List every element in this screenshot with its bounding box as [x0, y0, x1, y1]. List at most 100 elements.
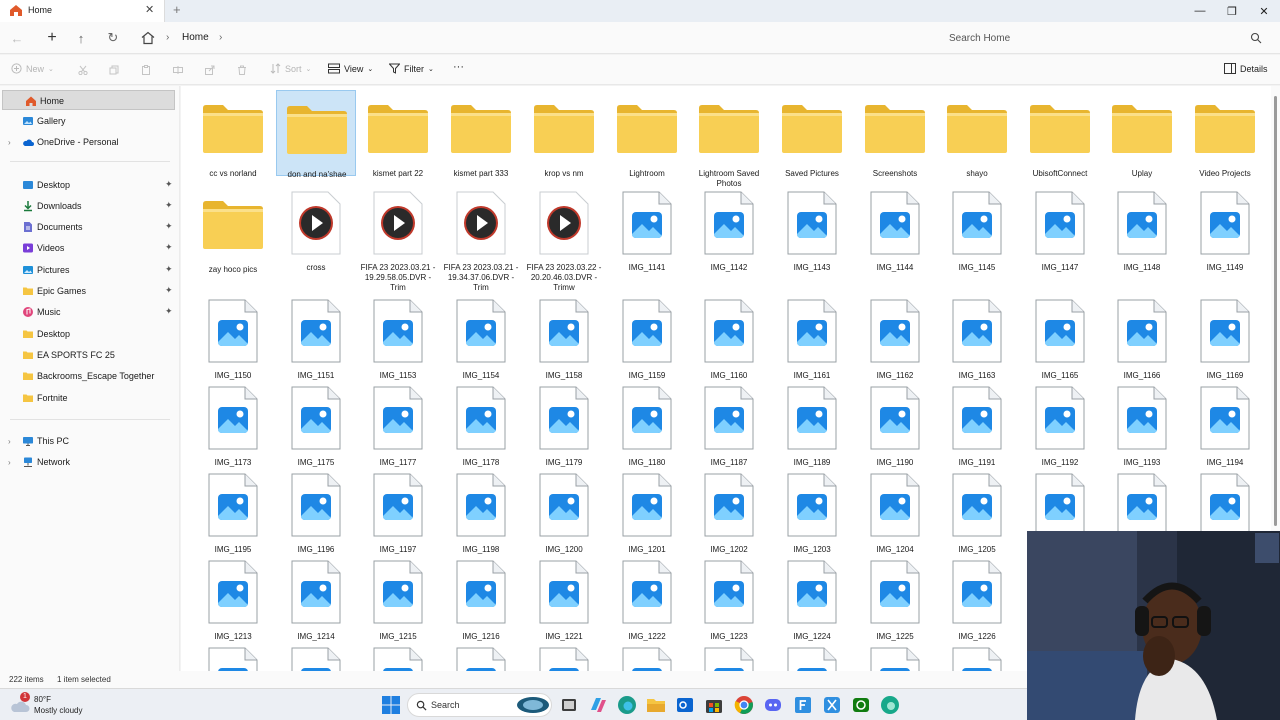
image-file-item[interactable]: IMG_1160 [689, 294, 769, 390]
sidebar-item-gallery[interactable]: Gallery [0, 111, 176, 131]
image-file-item[interactable]: IMG_1214 [276, 555, 356, 651]
image-file-item[interactable]: IMG_1205 [937, 468, 1017, 564]
image-file-item[interactable]: IMG_1178 [441, 381, 521, 477]
share-icon[interactable] [205, 65, 215, 75]
cut-icon[interactable] [78, 65, 88, 75]
image-file-item[interactable] [193, 642, 273, 671]
tab-close-button[interactable]: ✕ [145, 3, 154, 16]
image-file-item[interactable]: IMG_1173 [193, 381, 273, 477]
image-file-item[interactable]: IMG_1180 [607, 381, 687, 477]
new-button[interactable]: New ⌄ [11, 63, 54, 74]
sidebar-item-desktop-folder[interactable]: Desktop [0, 324, 176, 344]
chrome-icon[interactable] [733, 694, 755, 716]
weather-widget[interactable]: 1 80°F Mostly cloudy [8, 692, 108, 717]
image-file-item[interactable]: IMG_1215 [358, 555, 438, 651]
sidebar-item-pictures[interactable]: Pictures ✦ [0, 260, 176, 280]
image-file-item[interactable]: IMG_1163 [937, 294, 1017, 390]
video-file-item[interactable]: FIFA 23 2023.03.22 - 20.20.46.03.DVR - T… [524, 186, 604, 292]
app-f-icon[interactable] [792, 694, 814, 716]
xbox-app-icon[interactable] [850, 694, 872, 716]
image-file-item[interactable]: IMG_1144 [855, 186, 935, 282]
folder-item[interactable]: kismet part 333 [441, 90, 521, 178]
image-file-item[interactable] [358, 642, 438, 671]
image-file-item[interactable] [937, 642, 1017, 671]
task-view-icon[interactable] [558, 694, 580, 716]
sort-button[interactable]: Sort ⌄ [270, 63, 311, 74]
folder-item[interactable]: Lightroom [607, 90, 687, 178]
search-input[interactable] [940, 26, 1240, 50]
minimize-button[interactable]: — [1184, 0, 1216, 22]
image-file-item[interactable] [855, 642, 935, 671]
image-file-item[interactable]: IMG_1198 [441, 468, 521, 564]
forward-button[interactable]: + [43, 29, 61, 46]
image-file-item[interactable]: IMG_1142 [689, 186, 769, 282]
home-crumb-icon[interactable] [140, 30, 156, 46]
folder-item[interactable]: kismet part 22 [358, 90, 438, 178]
search-icon[interactable] [1250, 32, 1262, 44]
sidebar-item-downloads[interactable]: Downloads ✦ [0, 196, 176, 216]
image-file-item[interactable] [772, 642, 852, 671]
image-file-item[interactable]: IMG_1175 [276, 381, 356, 477]
image-file-item[interactable]: IMG_1143 [772, 186, 852, 282]
folder-item[interactable]: don and na'shae [276, 90, 356, 179]
image-file-item[interactable]: IMG_1193 [1102, 381, 1182, 477]
image-file-item[interactable]: IMG_1177 [358, 381, 438, 477]
sidebar-item-epic-games[interactable]: Epic Games ✦ [0, 281, 176, 301]
image-file-item[interactable]: IMG_1161 [772, 294, 852, 390]
image-file-item[interactable]: IMG_1192 [1020, 381, 1100, 477]
image-file-item[interactable]: IMG_1179 [524, 381, 604, 477]
image-file-item[interactable]: IMG_1196 [276, 468, 356, 564]
sidebar-item-this-pc[interactable]: › This PC [0, 431, 176, 451]
folder-item[interactable]: UbisoftConnect [1020, 90, 1100, 178]
sidebar-item-onedrive[interactable]: › OneDrive - Personal [0, 132, 176, 152]
tab-home[interactable]: Home ✕ [0, 0, 165, 22]
folder-item[interactable]: Video Projects [1185, 90, 1265, 178]
video-file-item[interactable]: FIFA 23 2023.03.21 - 19.29.58.05.DVR - T… [358, 186, 438, 292]
image-file-item[interactable]: IMG_1226 [937, 555, 1017, 651]
image-file-item[interactable]: IMG_1166 [1102, 294, 1182, 390]
image-file-item[interactable]: IMG_1153 [358, 294, 438, 390]
sidebar-item-documents[interactable]: Documents ✦ [0, 217, 176, 237]
image-file-item[interactable]: IMG_1147 [1020, 186, 1100, 282]
image-file-item[interactable]: IMG_1189 [772, 381, 852, 477]
close-window-button[interactable]: ✕ [1248, 0, 1280, 22]
image-file-item[interactable] [1020, 468, 1100, 538]
folder-item[interactable]: cc vs norland [193, 90, 273, 178]
sidebar-item-ea-sports[interactable]: EA SPORTS FC 25 [0, 345, 176, 365]
sidebar-item-fortnite[interactable]: Fortnite [0, 388, 176, 408]
folder-item[interactable]: zay hoco pics [193, 186, 273, 274]
copilot-icon[interactable] [587, 694, 609, 716]
discord-icon[interactable] [762, 694, 784, 716]
folder-item[interactable]: Screenshots [855, 90, 935, 178]
sidebar-item-network[interactable]: › Network [0, 452, 176, 472]
scrollbar-thumb[interactable] [1274, 96, 1277, 526]
image-file-item[interactable]: IMG_1191 [937, 381, 1017, 477]
image-file-item[interactable]: IMG_1197 [358, 468, 438, 564]
maximize-button[interactable]: ❐ [1216, 0, 1248, 22]
image-file-item[interactable] [276, 642, 356, 671]
image-file-item[interactable]: IMG_1223 [689, 555, 769, 651]
folder-item[interactable]: Saved Pictures [772, 90, 852, 178]
new-tab-button[interactable]: + [173, 2, 181, 17]
outlook-icon[interactable] [674, 694, 696, 716]
sidebar-item-music[interactable]: Music ✦ [0, 302, 176, 322]
image-file-item[interactable] [524, 642, 604, 671]
paste-icon[interactable] [141, 65, 151, 75]
copy-icon[interactable] [109, 65, 119, 75]
taskbar-search[interactable]: Search [407, 693, 552, 717]
image-file-item[interactable]: IMG_1202 [689, 468, 769, 564]
image-file-item[interactable]: IMG_1158 [524, 294, 604, 390]
store-icon[interactable] [703, 694, 725, 716]
image-file-item[interactable]: IMG_1203 [772, 468, 852, 564]
video-file-item[interactable]: cross [276, 186, 356, 282]
image-file-item[interactable]: IMG_1224 [772, 555, 852, 651]
filter-button[interactable]: Filter ⌄ [389, 63, 434, 74]
image-file-item[interactable]: IMG_1149 [1185, 186, 1265, 282]
image-file-item[interactable]: IMG_1169 [1185, 294, 1265, 390]
breadcrumb-home[interactable]: Home [182, 32, 209, 43]
image-file-item[interactable]: IMG_1148 [1102, 186, 1182, 282]
expand-chevron-icon[interactable]: › [8, 437, 11, 446]
image-file-item[interactable]: IMG_1201 [607, 468, 687, 564]
details-button[interactable]: Details [1224, 63, 1268, 74]
image-file-item[interactable]: IMG_1221 [524, 555, 604, 651]
